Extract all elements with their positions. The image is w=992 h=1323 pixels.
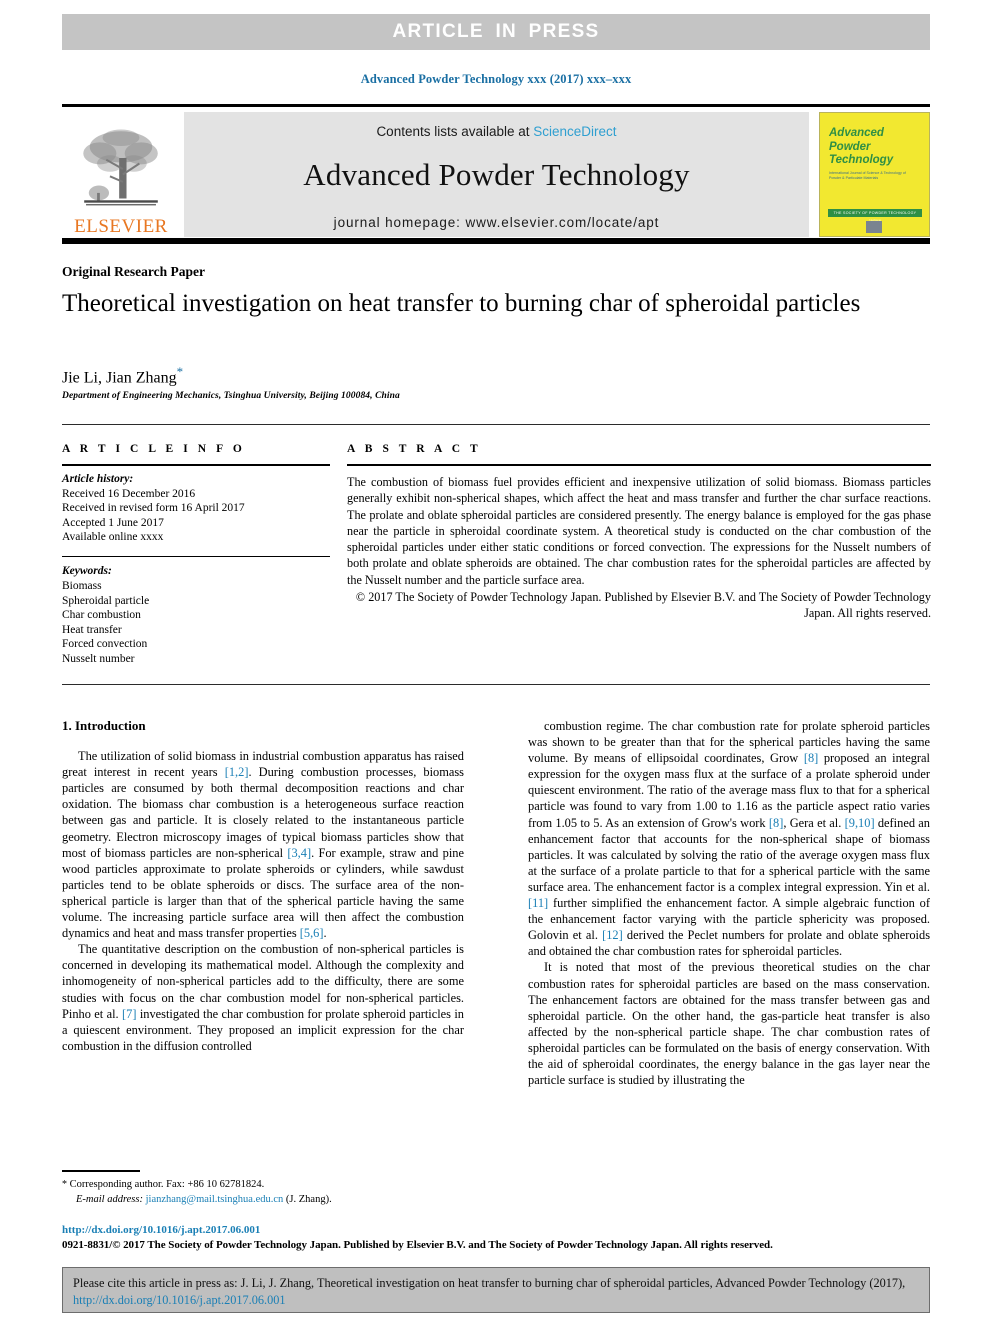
- citation-ref[interactable]: [5,6]: [300, 926, 324, 940]
- article-info-heading: A R T I C L E I N F O: [62, 443, 246, 455]
- email-owner: (J. Zhang).: [283, 1193, 332, 1205]
- abstract-copyright: © 2017 The Society of Powder Technology …: [355, 590, 931, 621]
- section-heading-introduction: 1. Introduction: [62, 718, 146, 733]
- footnote-rule: [62, 1170, 140, 1172]
- info-panel-bottom-rule: [62, 684, 930, 685]
- citation-ref[interactable]: [1,2]: [225, 765, 249, 779]
- contents-prefix: Contents lists available at: [376, 124, 534, 139]
- citation-ref[interactable]: [12]: [602, 928, 623, 942]
- cover-title-line1: Advanced: [829, 127, 884, 139]
- body-column-right: combustion regime. The char combustion r…: [528, 718, 930, 1088]
- elsevier-tree-icon: [83, 129, 158, 206]
- abstract-heading: A B S T R A C T: [347, 443, 482, 455]
- article-page: ARTICLE IN PRESS Advanced Powder Technol…: [0, 0, 992, 1323]
- cover-title-line2: Powder: [829, 140, 871, 153]
- cover-publisher-mark-icon: [866, 221, 882, 233]
- cover-subtitle: International Journal of Science & Techn…: [829, 171, 906, 180]
- citation-ref[interactable]: [11]: [528, 896, 548, 910]
- cite-doi-link[interactable]: http://dx.doi.org/10.1016/j.apt.2017.06.…: [73, 1293, 286, 1307]
- journal-band: Contents lists available at ScienceDirec…: [184, 112, 809, 237]
- author-list: Jie Li, Jian Zhang*: [62, 364, 183, 387]
- footnote-email-line: E-mail address: jianzhang@mail.tsinghua.…: [62, 1193, 472, 1208]
- page-title: Theoretical investigation on heat transf…: [62, 290, 861, 317]
- keyword-item: Spheroidal particle: [62, 594, 150, 607]
- cover-society-band: THE SOCIETY OF POWDER TECHNOLOGY JAPAN: [828, 209, 922, 223]
- article-info-column: A R T I C L E I N F O Article history: R…: [62, 443, 330, 667]
- paragraph-text: .: [323, 926, 327, 941]
- cover-title: Advanced Powder Technology: [829, 127, 893, 168]
- masthead-bottom-rule: [62, 238, 930, 244]
- journal-homepage[interactable]: journal homepage: www.elsevier.com/locat…: [334, 215, 660, 230]
- history-item: Received 16 December 2016: [62, 487, 196, 500]
- footnote-corresponding-line: * Corresponding author. Fax: +86 10 6278…: [62, 1178, 472, 1193]
- citation-ref[interactable]: [9,10]: [845, 816, 875, 830]
- keyword-item: Char combustion: [62, 609, 141, 622]
- cite-this-article-text: Please cite this article in press as: J.…: [73, 1275, 921, 1308]
- keyword-item: Biomass: [62, 580, 102, 593]
- elsevier-logo: ELSEVIER: [62, 110, 180, 238]
- cover-title-line3: Technology: [829, 154, 894, 166]
- article-history-label: Article history:: [62, 473, 134, 485]
- journal-title: Advanced Powder Technology: [303, 157, 690, 192]
- journal-running-head: Advanced Powder Technology xxx (2017) xx…: [360, 72, 632, 86]
- history-item: Accepted 1 June 2017: [62, 516, 164, 529]
- article-type-label: Original Research Paper: [62, 264, 205, 279]
- abstract-body: The combustion of biomass fuel provides …: [347, 475, 931, 587]
- citation-ref[interactable]: [8]: [804, 751, 818, 765]
- paragraph-text: , Gera et al.: [783, 815, 845, 830]
- abstract-heading-rule: [347, 464, 931, 466]
- contents-available-line: Contents lists available at ScienceDirec…: [376, 124, 616, 139]
- keywords-label: Keywords:: [62, 565, 112, 578]
- footnote-corresponding-text: Corresponding author. Fax: +86 10 627818…: [67, 1179, 265, 1190]
- paragraph: The utilization of solid biomass in indu…: [62, 748, 464, 941]
- keyword-item: Nusselt number: [62, 653, 135, 666]
- article-in-press-banner: ARTICLE IN PRESS: [62, 14, 930, 50]
- doi-link[interactable]: http://dx.doi.org/10.1016/j.apt.2017.06.…: [62, 1224, 260, 1236]
- sciencedirect-link[interactable]: ScienceDirect: [533, 124, 616, 139]
- citation-ref[interactable]: [3,4]: [287, 846, 311, 860]
- paragraph: The quantitative description on the comb…: [62, 941, 464, 1054]
- body-column-left: 1. Introduction The utilization of solid…: [62, 718, 464, 1054]
- history-item: Available online xxxx: [62, 531, 164, 544]
- citation-ref[interactable]: [7]: [122, 1007, 136, 1021]
- email-link[interactable]: jianzhang@mail.tsinghua.edu.cn: [146, 1194, 284, 1205]
- issn-copyright-line: 0921-8831/© 2017 The Society of Powder T…: [62, 1239, 773, 1251]
- history-item: Received in revised form 16 April 2017: [62, 502, 245, 515]
- author-names: Jie Li, Jian Zhang: [62, 369, 177, 387]
- elsevier-wordmark: ELSEVIER: [74, 216, 168, 237]
- author-affiliation: Department of Engineering Mechanics, Tsi…: [62, 391, 400, 401]
- cite-prefix: Please cite this article in press as: J.…: [73, 1276, 906, 1290]
- cite-this-article-box: Please cite this article in press as: J.…: [62, 1267, 930, 1313]
- keywords-separator-rule: [62, 555, 330, 558]
- keyword-item: Forced convection: [62, 638, 148, 651]
- article-in-press-label: ARTICLE IN PRESS: [392, 21, 600, 42]
- footnote-block: * Corresponding author. Fax: +86 10 6278…: [62, 1178, 472, 1207]
- abstract-column: A B S T R A C T The combustion of biomas…: [347, 443, 931, 622]
- paragraph: It is noted that most of the previous th…: [528, 960, 930, 1088]
- info-panel-top-rule: [62, 424, 930, 425]
- paragraph: combustion regime. The char combustion r…: [528, 718, 930, 959]
- masthead: ELSEVIER Contents lists available at Sci…: [62, 107, 930, 237]
- article-info-heading-rule: [62, 464, 330, 466]
- citation-ref[interactable]: [8]: [769, 816, 783, 830]
- corresponding-author-marker: *: [176, 364, 184, 379]
- keyword-item: Heat transfer: [62, 623, 122, 636]
- email-address-label: E-mail address:: [76, 1193, 143, 1205]
- journal-cover-thumbnail: Advanced Powder Technology International…: [819, 112, 930, 237]
